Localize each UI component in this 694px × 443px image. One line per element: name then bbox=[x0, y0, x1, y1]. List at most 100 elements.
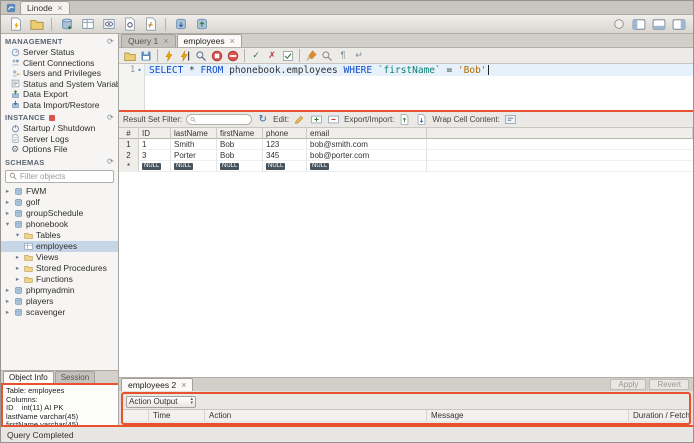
tab-object-info[interactable]: Object Info bbox=[3, 371, 54, 383]
schema-item-golf[interactable]: ▸ golf bbox=[1, 197, 118, 208]
output-header-duration[interactable]: Duration / Fetch bbox=[629, 410, 689, 421]
sidebar-item-options-file[interactable]: ⚙ Options File bbox=[1, 144, 118, 155]
schema-item-players[interactable]: ▸ players bbox=[1, 296, 118, 307]
schema-filter[interactable] bbox=[5, 169, 114, 183]
grid-cell[interactable]: 345 bbox=[263, 150, 307, 161]
sidebar-item-data-export[interactable]: Data Export bbox=[1, 89, 118, 100]
wrap-text-icon[interactable]: ↵ bbox=[352, 49, 366, 63]
grid-header-rownum[interactable]: # bbox=[119, 128, 139, 139]
schema-filter-input[interactable] bbox=[20, 171, 106, 181]
wrap-cell-content-icon[interactable] bbox=[504, 113, 517, 126]
close-icon[interactable]: × bbox=[230, 37, 235, 46]
tab-query-1[interactable]: Query 1 × bbox=[121, 34, 176, 47]
sql-editor[interactable]: 1 • SELECT * FROM phonebook.employees WH… bbox=[119, 64, 693, 110]
chevron-right-icon[interactable]: ▸ bbox=[4, 286, 11, 294]
execute-current-icon[interactable] bbox=[178, 49, 192, 63]
refresh-schemas-icon[interactable]: ⟳ bbox=[107, 158, 114, 166]
grid-cell[interactable]: 123 bbox=[263, 139, 307, 150]
explain-icon[interactable] bbox=[194, 49, 208, 63]
spinner-arrows-icon[interactable]: ▴ ▾ bbox=[190, 397, 193, 405]
create-function-icon[interactable] bbox=[142, 16, 159, 33]
status-circle-icon[interactable] bbox=[610, 16, 627, 33]
create-procedure-icon[interactable] bbox=[121, 16, 138, 33]
refresh-icon[interactable]: ⟳ bbox=[107, 37, 114, 46]
result-filter-input[interactable] bbox=[198, 115, 249, 124]
revert-button[interactable]: Revert bbox=[649, 379, 689, 390]
chevron-right-icon[interactable]: ▸ bbox=[4, 198, 11, 206]
output-header-action[interactable]: Action bbox=[205, 410, 427, 421]
stop-icon[interactable] bbox=[210, 49, 224, 63]
chevron-right-icon[interactable]: ▸ bbox=[4, 308, 11, 316]
sidebar-item-client-connections[interactable]: Client Connections bbox=[1, 58, 118, 69]
execute-icon[interactable] bbox=[162, 49, 176, 63]
invisible-chars-icon[interactable]: ¶ bbox=[336, 49, 350, 63]
create-schema-icon[interactable] bbox=[58, 16, 75, 33]
grid-cell[interactable]: Bob bbox=[217, 150, 263, 161]
refresh-icon[interactable]: ⟳ bbox=[107, 113, 114, 122]
grid-cell[interactable]: 1 bbox=[119, 139, 139, 150]
open-file-icon[interactable] bbox=[123, 49, 137, 63]
toggle-sidebar-panel-icon[interactable] bbox=[630, 16, 647, 33]
schema-item-phpmyadmin[interactable]: ▸ phpmyadmin bbox=[1, 285, 118, 296]
import-records-icon[interactable] bbox=[415, 113, 428, 126]
create-view-icon[interactable] bbox=[100, 16, 117, 33]
commit-icon[interactable]: ✓ bbox=[249, 49, 263, 63]
schema-item-phonebook[interactable]: ▾ phonebook bbox=[1, 219, 118, 230]
grid-header-id[interactable]: ID bbox=[139, 128, 171, 139]
chevron-right-icon[interactable]: ▸ bbox=[14, 264, 21, 272]
data-import-icon[interactable] bbox=[172, 16, 189, 33]
tab-employees[interactable]: employees × bbox=[176, 34, 242, 47]
chevron-down-icon[interactable]: ▾ bbox=[4, 220, 11, 228]
sql-line-1[interactable]: SELECT * FROM phonebook.employees WHERE … bbox=[145, 64, 693, 76]
code-area[interactable]: SELECT * FROM phonebook.employees WHERE … bbox=[145, 64, 693, 110]
grid-header-phone[interactable]: phone bbox=[263, 128, 307, 139]
sidebar-item-users-privileges[interactable]: Users and Privileges bbox=[1, 68, 118, 79]
schema-item-scavenger[interactable]: ▸ scavenger bbox=[1, 307, 118, 318]
tab-employees-2[interactable]: employees 2 × bbox=[121, 378, 194, 391]
delete-row-icon[interactable] bbox=[327, 113, 340, 126]
null-badge[interactable]: NULL bbox=[142, 162, 162, 170]
create-table-icon[interactable] bbox=[79, 16, 96, 33]
save-icon[interactable] bbox=[139, 49, 153, 63]
grid-header-email[interactable]: email bbox=[307, 128, 427, 139]
open-script-icon[interactable] bbox=[28, 16, 45, 33]
connection-tab-linode[interactable]: Linode × bbox=[20, 1, 70, 14]
grid-row-2[interactable]: 2 3 Porter Bob 345 bob@porter.com bbox=[119, 150, 693, 161]
export-recordset-icon[interactable] bbox=[398, 113, 411, 126]
tree-item-views[interactable]: ▸ Views bbox=[1, 252, 118, 263]
tree-item-employees[interactable]: employees bbox=[1, 240, 118, 252]
grid-row-1[interactable]: 1 1 Smith Bob 123 bob@smith.com bbox=[119, 139, 693, 150]
data-export-icon[interactable] bbox=[193, 16, 210, 33]
output-selector[interactable]: Action Output ▴ ▾ bbox=[126, 395, 196, 408]
grid-header-firstname[interactable]: firstName bbox=[217, 128, 263, 139]
chevron-down-icon[interactable]: ▾ bbox=[14, 231, 21, 239]
null-badge[interactable]: NULL bbox=[310, 162, 330, 170]
find-icon[interactable] bbox=[320, 49, 334, 63]
sidebar-item-startup-shutdown[interactable]: Startup / Shutdown bbox=[1, 123, 118, 134]
grid-cell[interactable]: 2 bbox=[119, 150, 139, 161]
rollback-icon[interactable]: ✗ bbox=[265, 49, 279, 63]
stop-on-error-icon[interactable] bbox=[226, 49, 240, 63]
chevron-right-icon[interactable]: ▸ bbox=[14, 275, 21, 283]
null-badge[interactable]: NULL bbox=[174, 162, 194, 170]
new-sql-tab-icon[interactable] bbox=[7, 16, 24, 33]
grid-header-lastname[interactable]: lastName bbox=[171, 128, 217, 139]
add-row-icon[interactable] bbox=[310, 113, 323, 126]
tree-item-functions[interactable]: ▸ Functions bbox=[1, 274, 118, 285]
grid-insert-marker[interactable]: * bbox=[119, 161, 139, 172]
refresh-icon[interactable]: ↻ bbox=[256, 113, 269, 126]
tree-item-stored-procedures[interactable]: ▸ Stored Procedures bbox=[1, 263, 118, 274]
result-filter-box[interactable] bbox=[186, 114, 253, 125]
toggle-secondary-sidebar-icon[interactable] bbox=[670, 16, 687, 33]
tab-session[interactable]: Session bbox=[54, 371, 96, 383]
null-badge[interactable]: NULL bbox=[220, 162, 240, 170]
sidebar-item-status-system-variables[interactable]: Status and System Variables bbox=[1, 79, 118, 90]
tree-item-tables[interactable]: ▾ Tables bbox=[1, 230, 118, 241]
beautify-icon[interactable] bbox=[304, 49, 318, 63]
schema-item-groupschedule[interactable]: ▸ groupSchedule bbox=[1, 208, 118, 219]
sidebar-item-server-status[interactable]: Server Status bbox=[1, 47, 118, 58]
output-header-message[interactable]: Message bbox=[427, 410, 629, 421]
close-icon[interactable]: × bbox=[181, 381, 186, 390]
sidebar-item-data-import[interactable]: Data Import/Restore bbox=[1, 100, 118, 111]
chevron-right-icon[interactable]: ▸ bbox=[4, 297, 11, 305]
